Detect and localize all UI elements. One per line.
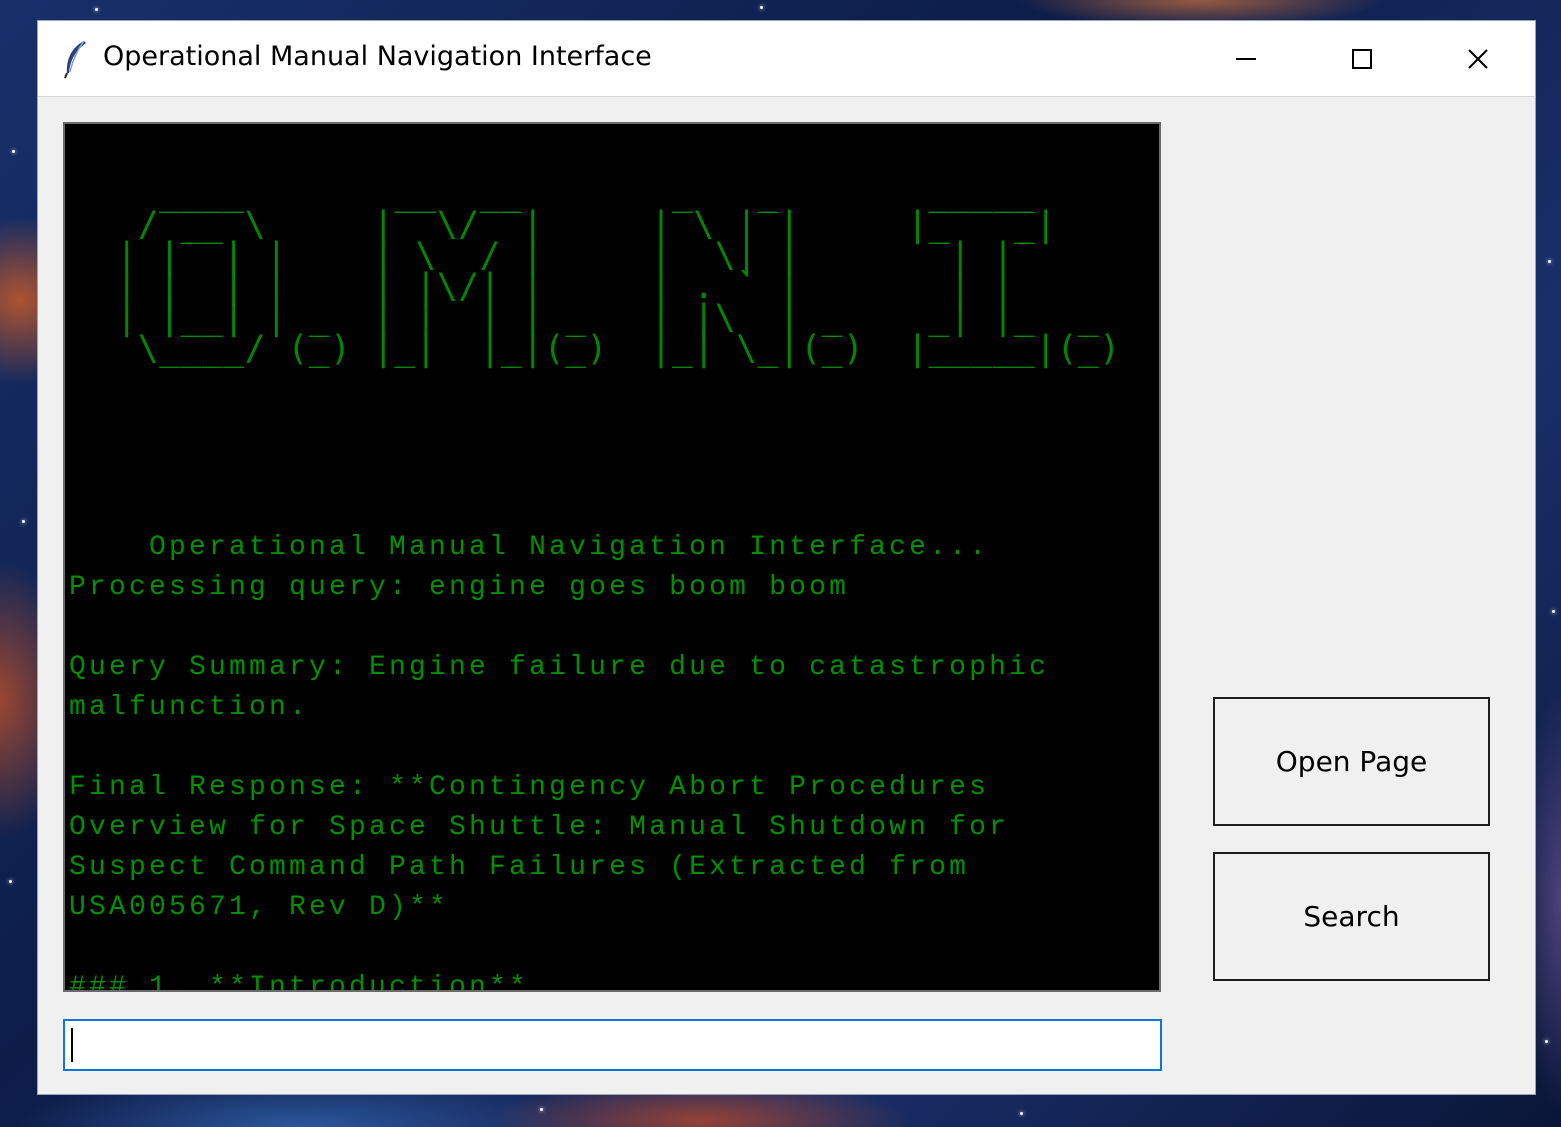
app-window: Operational Manual Navigation Interface … <box>37 20 1536 1095</box>
maximize-button[interactable] <box>1304 21 1420 96</box>
star <box>540 1108 543 1111</box>
star <box>1548 260 1551 263</box>
open-page-button[interactable]: Open Page <box>1213 697 1490 826</box>
star <box>1545 1040 1548 1043</box>
response-text: Operational Manual Navigation Interface.… <box>69 532 1050 992</box>
maximize-icon <box>1352 48 1372 69</box>
star <box>760 6 763 9</box>
star <box>12 150 15 153</box>
feather-icon <box>64 40 86 79</box>
title-bar[interactable]: Operational Manual Navigation Interface <box>38 21 1535 97</box>
close-button[interactable] <box>1420 21 1536 96</box>
minimize-icon <box>1236 57 1256 60</box>
query-input[interactable] <box>63 1019 1162 1071</box>
window-title: Operational Manual Navigation Interface <box>103 41 652 72</box>
terminal-output-panel[interactable]: ____ __ __ _ _ _____ / __ \ | \/ | | \ |… <box>63 122 1161 992</box>
star <box>1020 1112 1023 1115</box>
star <box>9 880 12 883</box>
search-button[interactable]: Search <box>1213 852 1490 981</box>
star <box>95 8 98 11</box>
omni-ascii-banner: ____ __ __ _ _ _____ / __ \ | \/ | | \ |… <box>116 174 1121 369</box>
star <box>1552 610 1555 613</box>
minimize-button[interactable] <box>1188 21 1304 96</box>
close-icon <box>1468 48 1488 69</box>
star <box>22 520 25 523</box>
text-caret <box>71 1028 73 1062</box>
